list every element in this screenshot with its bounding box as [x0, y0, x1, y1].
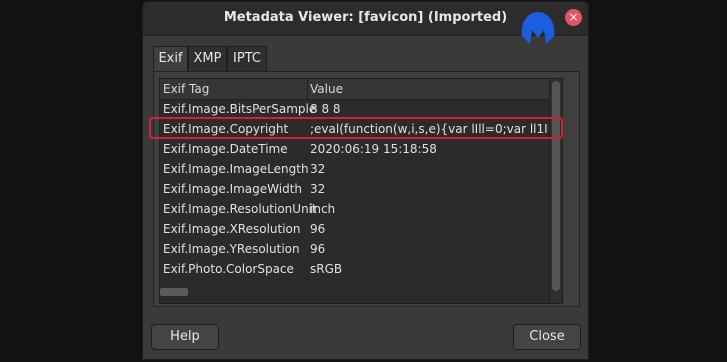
horizontal-scroll-thumb[interactable]: [160, 288, 188, 296]
column-header-tag[interactable]: Exif Tag: [163, 82, 209, 96]
horizontal-scrollbar[interactable]: [160, 287, 562, 297]
table-row[interactable]: Exif.Image.ResolutionUnit inch: [160, 199, 562, 219]
exif-tree-view[interactable]: Exif Tag Value Exif.Image.BitsPerSample …: [159, 78, 563, 304]
tag-cell: Exif.Image.XResolution: [163, 222, 301, 236]
value-cell: 32: [310, 162, 326, 176]
table-row[interactable]: Exif.Image.YResolution 96: [160, 239, 562, 259]
tag-cell: Exif.Image.ImageLength: [163, 162, 309, 176]
help-button[interactable]: Help: [151, 324, 219, 350]
value-cell: 2020:06:19 15:18:58: [310, 142, 437, 156]
value-cell: 8 8 8: [310, 102, 341, 116]
tag-cell: Exif.Image.ResolutionUnit: [163, 202, 317, 216]
vertical-scroll-thumb[interactable]: [552, 81, 560, 291]
tab-xmp[interactable]: XMP: [188, 46, 227, 72]
tag-cell: Exif.Image.DateTime: [163, 142, 288, 156]
tag-cell: Exif.Image.ImageWidth: [163, 182, 303, 196]
table-row[interactable]: Exif.Image.DateTime 2020:06:19 15:18:58: [160, 139, 562, 159]
close-icon[interactable]: ×: [565, 9, 582, 26]
red-highlight-box: [149, 117, 563, 139]
table-row[interactable]: Exif.Image.XResolution 96: [160, 219, 562, 239]
value-cell: 96: [310, 242, 326, 256]
value-cell: sRGB: [310, 262, 343, 276]
table-row[interactable]: Exif.Image.ImageWidth 32: [160, 179, 562, 199]
metadata-viewer-window: Metadata Viewer: [favicon] (Imported) × …: [142, 1, 589, 360]
table-header: Exif Tag Value: [160, 79, 562, 100]
tag-cell: Exif.Image.YResolution: [163, 242, 300, 256]
tag-cell: Exif.Image.BitsPerSample: [163, 102, 317, 116]
close-button[interactable]: Close: [513, 324, 581, 350]
malwarebytes-logo-icon: [521, 12, 555, 44]
value-cell: 96: [310, 222, 326, 236]
value-cell: inch: [310, 202, 336, 216]
tab-exif[interactable]: Exif: [153, 46, 188, 72]
table-row[interactable]: Exif.Photo.ColorSpace sRGB: [160, 259, 562, 279]
table-row[interactable]: Exif.Image.ImageLength 32: [160, 159, 562, 179]
column-header-value[interactable]: Value: [310, 82, 343, 96]
vertical-scrollbar[interactable]: [549, 79, 562, 303]
column-divider[interactable]: [307, 79, 308, 99]
tag-cell: Exif.Photo.ColorSpace: [163, 262, 294, 276]
tab-iptc[interactable]: IPTC: [227, 46, 267, 72]
table-row[interactable]: Exif.Image.BitsPerSample 8 8 8: [160, 99, 562, 119]
exif-panel: Exif Tag Value Exif.Image.BitsPerSample …: [149, 71, 580, 307]
value-cell: 32: [310, 182, 326, 196]
